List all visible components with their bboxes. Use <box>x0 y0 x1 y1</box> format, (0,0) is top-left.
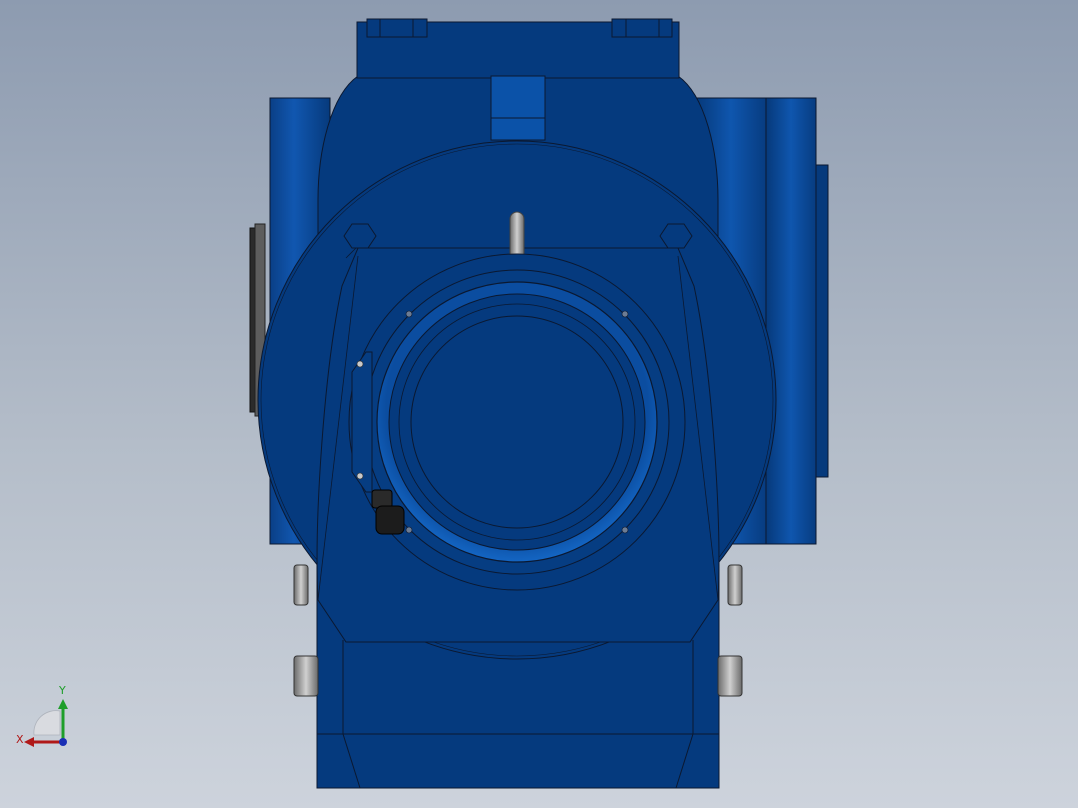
x-axis-arrowhead <box>24 737 34 747</box>
x-axis-label: X <box>16 733 24 746</box>
input-flange-rings[interactable] <box>348 253 686 591</box>
gearmotor-model[interactable] <box>0 0 1078 808</box>
y-axis-arrowhead <box>58 699 68 709</box>
terminal-box[interactable] <box>351 351 373 493</box>
y-axis-label: Y <box>59 684 66 697</box>
triad-plane <box>33 710 61 736</box>
graphics-viewport[interactable]: X Y <box>0 0 1078 808</box>
z-axis-dot <box>59 738 67 746</box>
axis-triad: X Y <box>10 685 80 755</box>
